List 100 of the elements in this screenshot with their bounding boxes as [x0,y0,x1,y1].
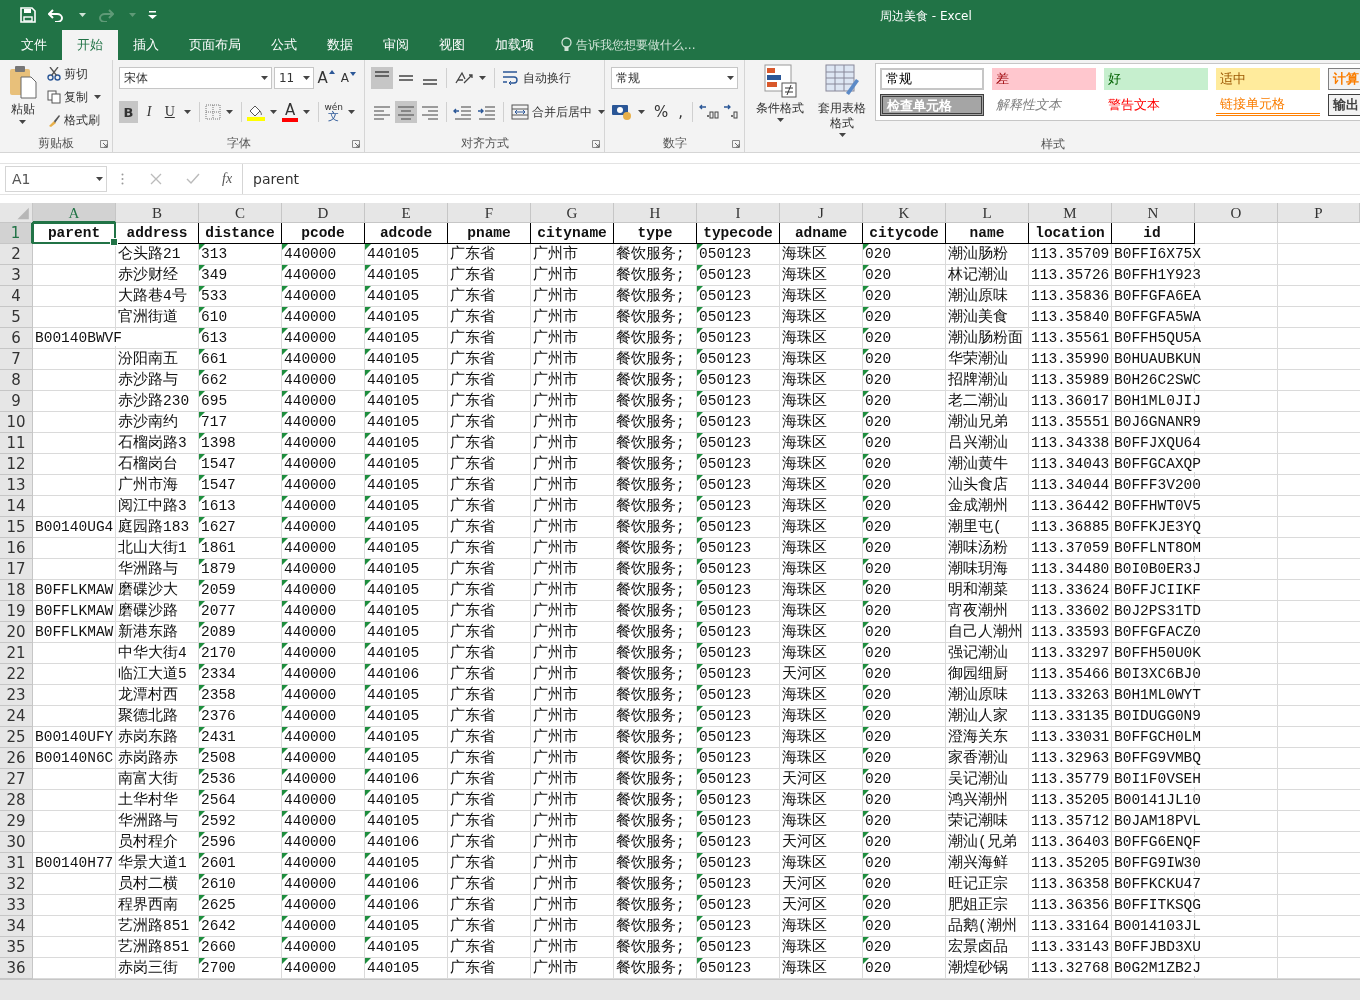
cell-style-option[interactable]: 输出 [1328,94,1360,116]
column-header[interactable]: C [199,203,282,223]
caret-icon[interactable] [303,110,311,114]
font-size-field[interactable]: 11 [274,67,314,89]
copy-button[interactable]: 复制 [45,86,106,108]
row-header[interactable]: 14 [0,496,33,517]
caret-icon[interactable] [226,110,234,114]
row-header[interactable]: 11 [0,433,33,454]
row-header[interactable]: 30 [0,832,33,853]
row-header[interactable]: 7 [0,349,33,370]
column-header[interactable]: M [1029,203,1112,223]
cell-style-option[interactable]: 解释性文本 [992,94,1096,116]
undo-icon[interactable] [48,8,64,22]
ribbon-tab[interactable]: 开始 [62,30,118,60]
grow-font-button[interactable]: A [315,69,337,87]
wrap-text-button[interactable]: 自动换行 [500,67,573,89]
row-header[interactable]: 4 [0,286,33,307]
caret-icon[interactable] [96,177,103,181]
row-header[interactable]: 24 [0,706,33,727]
shrink-font-button[interactable]: A [338,71,358,85]
font-name-field[interactable]: 宋体 [119,67,272,89]
caret-icon[interactable] [184,110,192,114]
fill-handle[interactable] [110,238,118,246]
table-format-button[interactable]: 套用表格格式 [813,63,871,137]
dialog-launcher-icon[interactable] [100,140,108,148]
row-header[interactable]: 18 [0,580,33,601]
row-header[interactable]: 8 [0,370,33,391]
cell-style-option[interactable]: 适中 [1216,68,1320,90]
cut-button[interactable]: 剪切 [45,63,106,85]
row-header[interactable]: 9 [0,391,33,412]
row-header[interactable]: 28 [0,790,33,811]
bold-button[interactable]: B [119,101,138,123]
row-header[interactable]: 6 [0,328,33,349]
ribbon-tab[interactable]: 页面布局 [174,30,256,60]
cell-style-option[interactable]: 差 [992,68,1096,90]
row-header[interactable]: 12 [0,454,33,475]
row-header[interactable]: 32 [0,874,33,895]
percent-button[interactable]: % [650,103,673,121]
row-header[interactable]: 31 [0,853,33,874]
column-header[interactable]: H [614,203,697,223]
number-format-field[interactable]: 常规 [611,67,738,89]
conditional-format-button[interactable]: 条件格式 [751,63,809,122]
save-icon[interactable] [20,7,36,23]
dialog-launcher-icon[interactable] [352,140,360,148]
row-header[interactable]: 35 [0,937,33,958]
row-header[interactable]: 13 [0,475,33,496]
column-header[interactable]: O [1195,203,1278,223]
ribbon-tab[interactable]: 审阅 [368,30,424,60]
cell-style-option[interactable]: 警告文本 [1104,94,1208,116]
row-header[interactable]: 19 [0,601,33,622]
row-header[interactable]: 22 [0,664,33,685]
comma-button[interactable]: , [674,103,688,121]
phonetic-button[interactable]: wén 文 [324,102,343,122]
currency-icon[interactable] [611,103,633,121]
column-header[interactable]: I [697,203,780,223]
ribbon-tab[interactable]: 插入 [118,30,174,60]
caret-icon[interactable] [638,110,645,114]
row-header[interactable]: 23 [0,685,33,706]
caret-icon[interactable] [727,76,734,80]
ribbon-tab[interactable]: 加载项 [480,30,549,60]
column-header[interactable]: N [1112,203,1195,223]
ribbon-tab[interactable]: 视图 [424,30,480,60]
format-painter-button[interactable]: 格式刷 [45,109,106,131]
merge-center-button[interactable]: 合并后居中 [509,101,610,123]
insert-function-button[interactable]: fx [222,171,233,187]
column-header[interactable]: L [946,203,1029,223]
name-box[interactable]: A1 [5,166,107,192]
cell-style-option[interactable]: 常规 [880,68,984,90]
caret-icon[interactable] [302,76,310,80]
row-header[interactable]: 1 [0,223,33,244]
caret-icon[interactable] [348,110,355,114]
column-header[interactable]: E [365,203,448,223]
tell-me-field[interactable]: 告诉我您想要做什么... [576,30,756,60]
fill-color-icon[interactable] [247,103,266,121]
cell-style-option[interactable]: 好 [1104,68,1208,90]
column-header[interactable]: K [863,203,946,223]
row-header[interactable]: 29 [0,811,33,832]
row-header[interactable]: 33 [0,895,33,916]
align-top-icon[interactable] [371,67,393,89]
caret-icon[interactable] [79,13,86,17]
column-header[interactable]: B [116,203,199,223]
row-header[interactable]: 34 [0,916,33,937]
row-header[interactable]: 25 [0,727,33,748]
customize-icon[interactable] [148,11,157,19]
row-header[interactable]: 20 [0,622,33,643]
row-header[interactable]: 16 [0,538,33,559]
column-header[interactable]: A [33,203,116,223]
column-header[interactable]: G [531,203,614,223]
column-header[interactable]: P [1278,203,1360,223]
font-color-button[interactable]: A [282,102,299,122]
ribbon-tab[interactable]: 数据 [312,30,368,60]
caret-icon[interactable] [479,76,486,80]
row-header[interactable]: 3 [0,265,33,286]
caret-icon[interactable] [270,110,278,114]
row-header[interactable]: 21 [0,643,33,664]
ribbon-tab[interactable]: 公式 [256,30,312,60]
ribbon-tab[interactable]: 文件 [6,30,62,60]
increase-decimal-icon[interactable] [698,103,721,121]
paste-button[interactable]: 粘贴 [6,63,39,134]
row-header[interactable]: 17 [0,559,33,580]
